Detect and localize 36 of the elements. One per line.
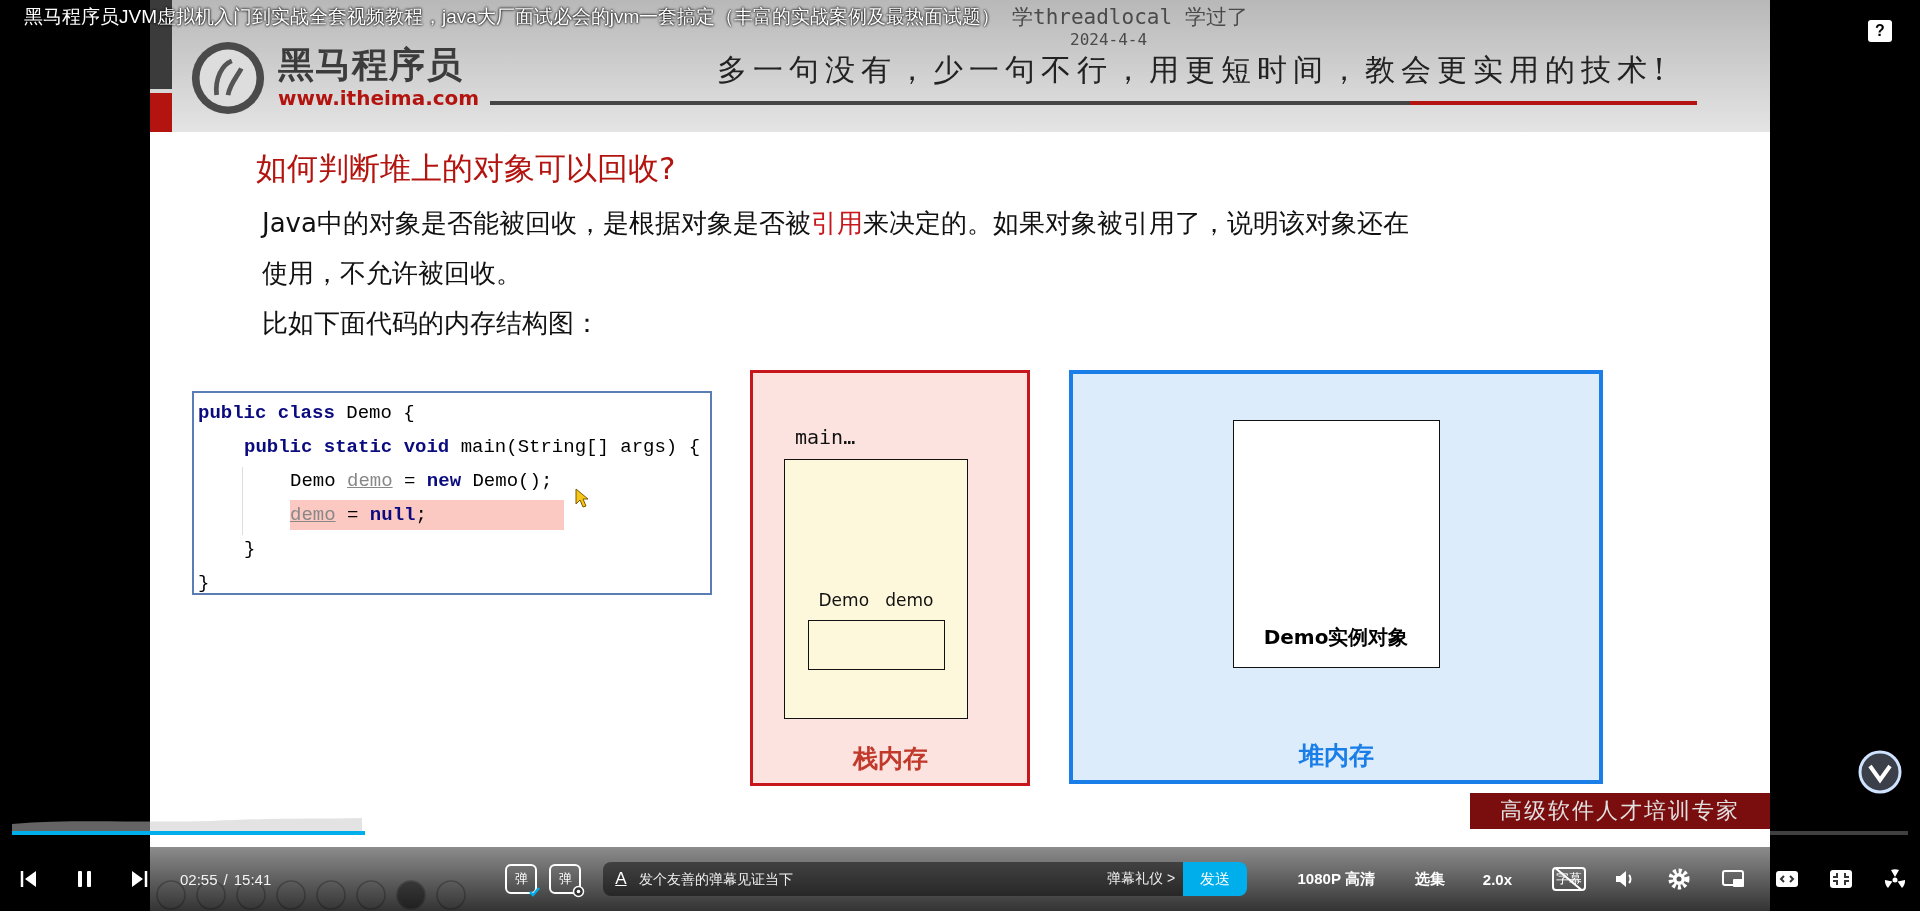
heap-caption: 堆内存 [1298,740,1374,772]
help-button[interactable]: ? [1868,20,1892,42]
etiquette-link[interactable]: 弹幕礼仪 > [1107,870,1176,888]
cursor-icon [575,488,589,508]
code-line: Demo demo = new Demo(); [290,469,553,494]
variable-label: Demo demo [818,590,934,610]
slide-paragraph: Java中的对象是否能被回收，是根据对象是否被引用来决定的。如果对象被引用了，说明该对象还在使用，不允许被回收。 [262,207,1410,290]
slide-heading: 如何判断堆上的对象可以回收? [256,149,677,188]
speed-button[interactable]: 2.0x [1482,870,1512,888]
accent-block [150,93,172,132]
danmaku-toggle[interactable]: 弹 [505,864,538,894]
logo-url: www.itheima.com [278,85,480,111]
frame-label: main… [795,425,856,449]
object-label: Demo实例对象 [1263,624,1409,651]
code-line: } [244,537,256,562]
text-style-glyph: A [615,869,627,889]
code-line: public static void main(String[] args) { [244,435,701,460]
duration: 15:41 [233,870,272,888]
code-line: public class Demo { [198,401,415,426]
floating-assistant-icon[interactable] [1858,750,1902,794]
logo-wordmark: 黑马程序员 [278,45,464,85]
tagline: 高级软件人才培训专家 [1500,797,1740,825]
current-time: 02:55 [180,870,218,888]
settings-icon[interactable] [1666,866,1692,892]
code-line: } [198,571,210,596]
stack-caption: 栈内存 [852,743,928,775]
danmaku-comment: 2024-4-4 [1070,30,1148,49]
quality-button[interactable]: 1080P 高清 [1297,869,1375,889]
slogan: 多一句没有，少一句不行，用更短时间，教会更实用的技术! [716,51,1671,89]
episodes-button[interactable]: 选集 [1414,869,1445,889]
danmaku-comment: 学threadlocal 学过了 [1012,4,1248,31]
slide-paragraph: 比如下面代码的内存结构图： [262,307,601,340]
progress-track[interactable] [12,831,1908,835]
time-separator: / [223,870,228,888]
horse-logo-icon [190,40,266,116]
danmaku-input[interactable]: A 发个友善的弹幕见证当下 弹幕礼仪 > [603,862,1184,896]
